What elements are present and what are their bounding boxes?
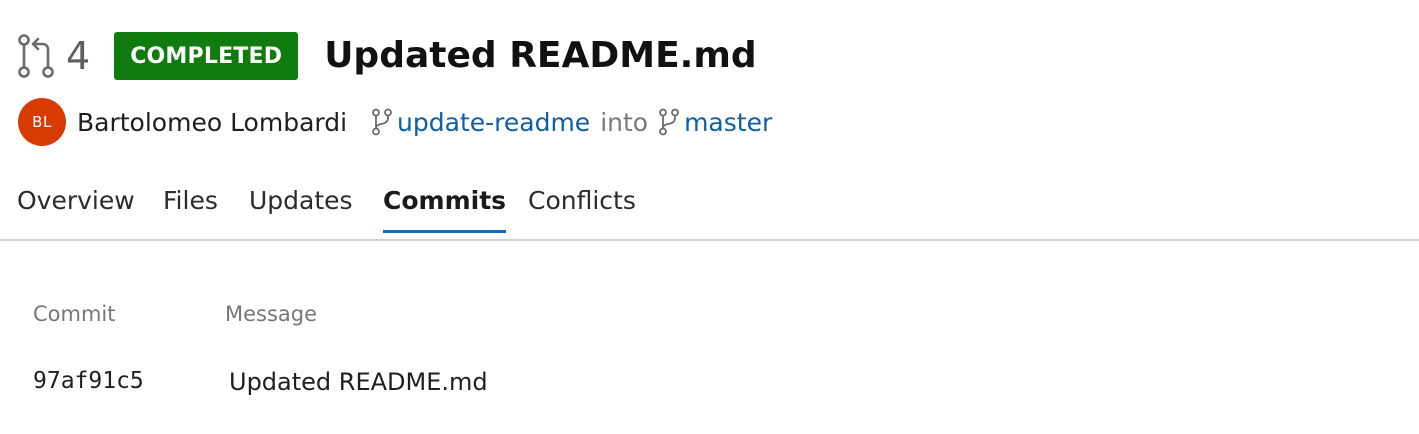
pr-number: 4 xyxy=(66,34,91,78)
source-branch-link[interactable]: update-readme xyxy=(397,108,590,137)
column-header-message[interactable]: Message xyxy=(225,302,317,326)
commit-hash-link[interactable]: 97af91c5 xyxy=(33,368,144,394)
pr-header: 4 COMPLETED Updated README.md xyxy=(16,28,757,84)
tab-conflicts[interactable]: Conflicts xyxy=(528,186,636,231)
branch-connector: into xyxy=(600,107,649,137)
tab-overview[interactable]: Overview xyxy=(17,186,135,231)
commit-message: Updated README.md xyxy=(229,368,488,396)
tab-updates[interactable]: Updates xyxy=(249,186,353,231)
tab-commits[interactable]: Commits xyxy=(383,186,507,233)
status-badge: COMPLETED xyxy=(114,32,299,80)
author-name: Bartolomeo Lombardi xyxy=(77,107,348,137)
page-title: Updated README.md xyxy=(324,35,757,76)
pr-meta: BL Bartolomeo Lombardi update-readme int… xyxy=(18,98,772,146)
pr-tabs: Overview Files Updates Commits Conflicts xyxy=(0,170,1419,241)
tab-files[interactable]: Files xyxy=(163,186,218,231)
branch-icon xyxy=(371,108,393,136)
branch-icon xyxy=(658,108,680,136)
pull-request-icon xyxy=(16,33,56,79)
pull-request-page: 4 COMPLETED Updated README.md BL Bartolo… xyxy=(0,0,1419,434)
column-header-commit[interactable]: Commit xyxy=(33,302,116,326)
target-branch-link[interactable]: master xyxy=(684,108,772,137)
avatar[interactable]: BL xyxy=(18,98,66,146)
table-row[interactable]: 97af91c5 Updated README.md xyxy=(0,360,1419,404)
